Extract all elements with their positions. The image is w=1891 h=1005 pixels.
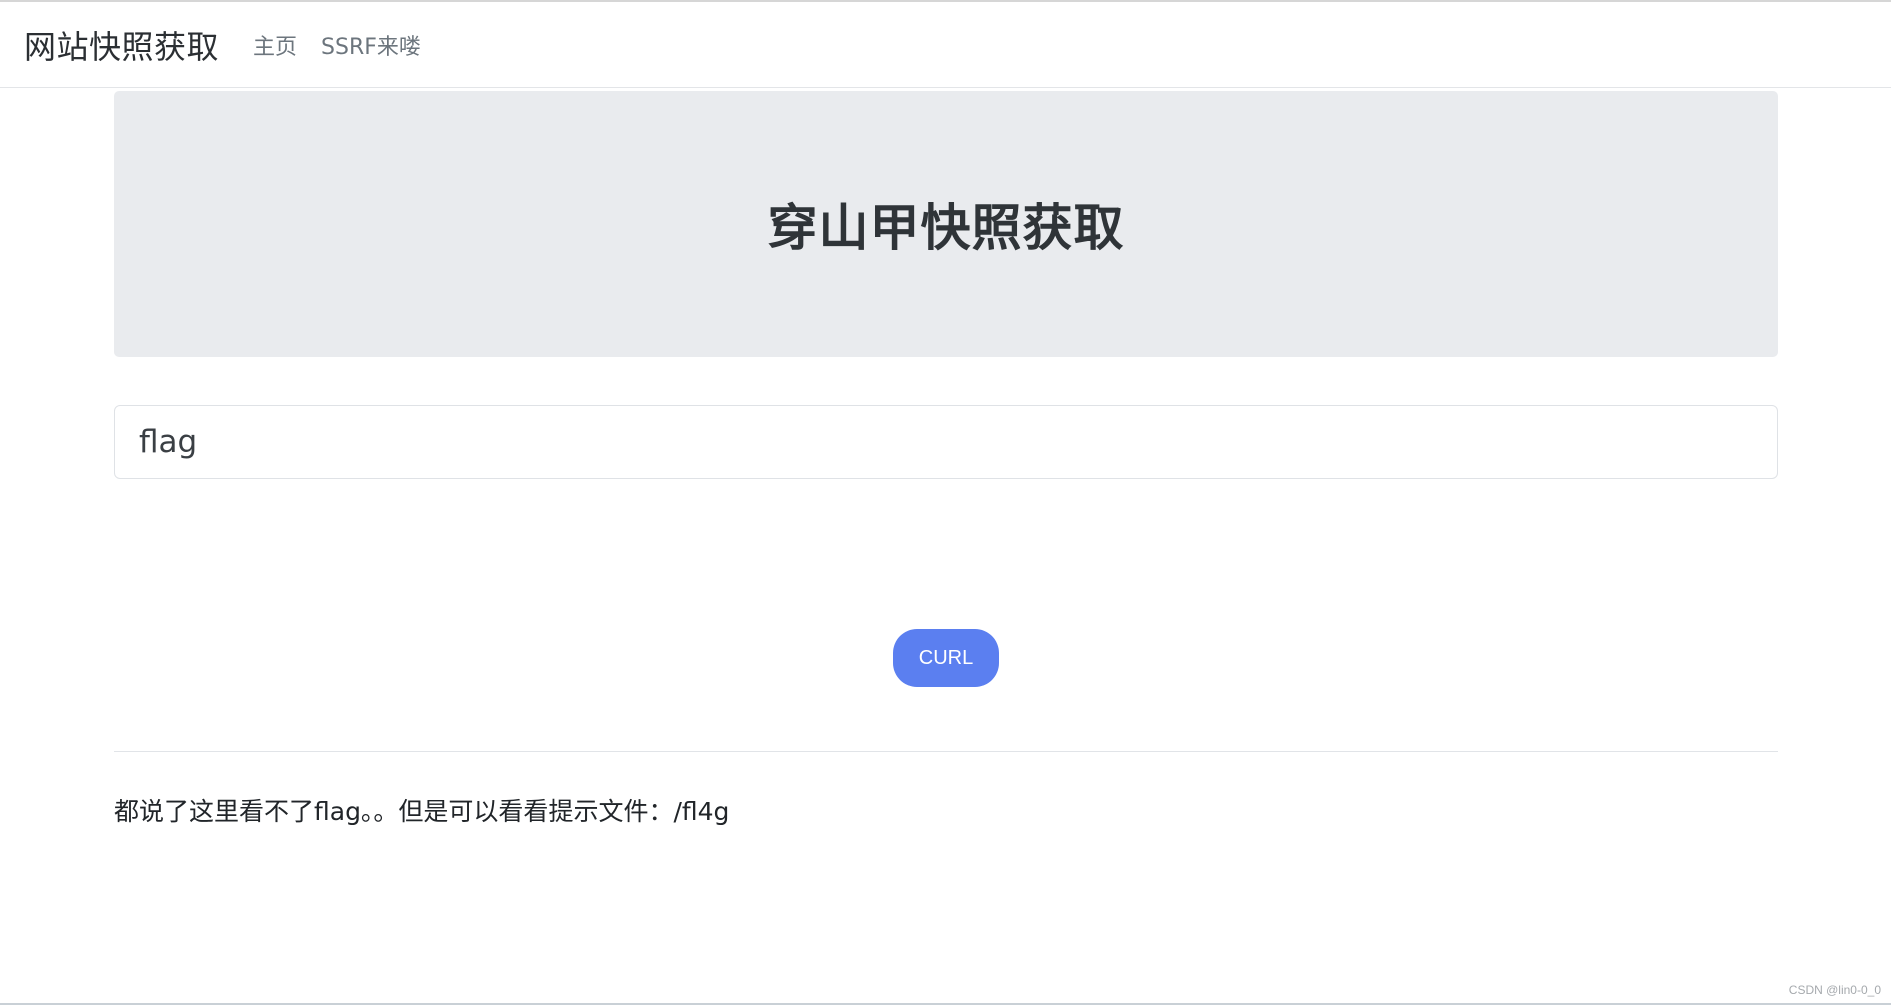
button-row: CURL bbox=[114, 629, 1778, 687]
result-message: 都说了这里看不了flag。。但是可以看看提示文件：/fl4g bbox=[114, 797, 730, 826]
main-container: 穿山甲快照获取 CURL 都说了这里看不了flag。。但是可以看看提示文件：/f… bbox=[114, 91, 1778, 828]
navbar-brand[interactable]: 网站快照获取 bbox=[24, 22, 219, 68]
watermark: CSDN @lin0-0_0 bbox=[1788, 983, 1881, 997]
nav-link-home[interactable]: 主页 bbox=[253, 29, 297, 61]
divider bbox=[114, 751, 1778, 752]
curl-button[interactable]: CURL bbox=[893, 629, 999, 687]
hero-banner: 穿山甲快照获取 bbox=[114, 91, 1778, 357]
url-input[interactable] bbox=[114, 405, 1778, 479]
nav-link-ssrf[interactable]: SSRF来喽 bbox=[321, 29, 421, 61]
top-navbar: 网站快照获取 主页 SSRF来喽 bbox=[0, 2, 1891, 88]
page-title: 穿山甲快照获取 bbox=[767, 199, 1125, 257]
